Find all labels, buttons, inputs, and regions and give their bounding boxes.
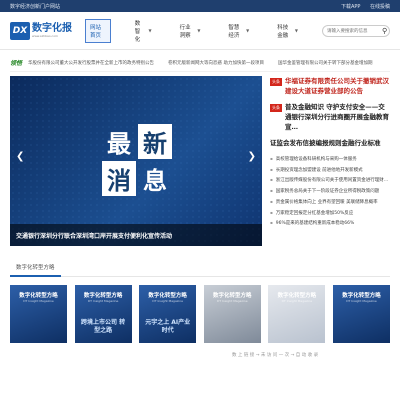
top-bar: 数字经济创新门户网站 下载APP 在线投稿 <box>0 0 400 12</box>
download-app-link[interactable]: 下载APP <box>341 4 360 10</box>
site-header: DX 数字化报 www.szhbao.com 网站首页 数智化 ▼ 行业洞察 ▼ 智… <box>0 12 400 50</box>
nav-item-digital[interactable]: 数智化 ▼ <box>131 16 156 46</box>
headline-title[interactable]: 普及金融知识 守护支付安全——交通银行深圳分行进商圈开展金融教育宣… <box>285 102 390 132</box>
nav-item-fintech[interactable]: 科技金融 ▼ <box>273 20 302 42</box>
tab-digital-strategy[interactable]: 数字化转型方略 <box>10 259 61 277</box>
banner-caption[interactable]: 交通银行深圳分行联合深圳湾口岸开展支付便利化宣传活动 <box>10 224 262 246</box>
cover-subtitle: DT Insight Magazine <box>281 299 313 303</box>
cover-subtitle: DT Insight Magazine <box>217 299 248 303</box>
cover-title: 数字化转型方略 <box>277 293 317 299</box>
list-item[interactable]: 国家税务总局关于下一阶段证券企业所得税政策问题 <box>270 186 390 197</box>
cover-title: 数字化转型方略 <box>213 293 252 299</box>
banner-char: 新 <box>138 124 172 159</box>
logo-title: 数字化报 <box>32 22 72 34</box>
submit-article-link[interactable]: 在线投稿 <box>370 4 390 10</box>
nav-item-smart-economy[interactable]: 智慧经济 ▼ <box>224 20 253 42</box>
chevron-down-icon: ▼ <box>148 28 152 33</box>
list-item[interactable]: 万家稳定回报定分红基金增加50%反应 <box>270 208 390 219</box>
nav-item-home[interactable]: 网站首页 <box>85 18 111 43</box>
cover-subtitle: DT Insight Magazine <box>152 299 183 303</box>
nav-item-insight[interactable]: 行业洞察 ▼ <box>176 20 205 42</box>
site-logo[interactable]: DX 数字化报 www.szhbao.com <box>10 21 85 40</box>
banner-title: 最 新 消 息 <box>102 124 172 196</box>
cover-title: 数字化转型方略 <box>148 293 187 299</box>
cover-title: 数字化转型方略 <box>19 293 58 299</box>
cover-title: 数字化转型方略 <box>83 293 123 299</box>
featured-headline[interactable]: 头条 华福证券有限责任公司关于撤销武汉建设大道证券营业部的公告 <box>270 76 390 96</box>
headline-title[interactable]: 证监会发布信披编报规则金融行业标准 <box>270 138 381 148</box>
magazine-cover[interactable]: 数字化转型方略 DT Insight Magazine <box>268 285 326 343</box>
headline-badge: 头条 <box>270 78 282 86</box>
search-icon[interactable]: ⚲ <box>382 27 387 35</box>
watermark-text: 数 上 链 接 → 未 访 问 一 次 → 自 动 收 录 <box>232 353 319 358</box>
divider <box>10 276 390 277</box>
news-ticker: 领悟 华股份有限公司董大公开发行股票并在全新上市的政务特别公告 卷积元版新闻网大… <box>10 54 390 72</box>
list-item[interactable]: 浙江出版传媒股份有限公司关于使用闲置资金进行理财… <box>270 175 390 186</box>
headline-column: 头条 华福证券有限责任公司关于撤销武汉建设大道证券营业部的公告 头条 普及金融知… <box>262 76 390 246</box>
ticker-item[interactable]: 卷积元版新闻网大等向恐惑 助力加快第一段项目 <box>168 60 264 66</box>
magazine-cover[interactable]: 数字化转型方略 DT Insight Magazine 跨境上市公司 转型之路 <box>74 285 132 343</box>
cover-subtitle: DT Insight Magazine <box>87 299 119 303</box>
site-slogan: 数字经济创新门户网站 <box>10 3 61 10</box>
list-item[interactable]: 贵金属价格集体向上 业界有望回暖 美联储降息概率 <box>270 197 390 208</box>
banner-char: 息 <box>143 166 167 195</box>
banner-char: 消 <box>102 161 136 196</box>
magazine-cover[interactable]: 数字化转型方略 DT Insight Magazine <box>10 285 67 343</box>
list-item[interactable]: 96%是来的基建结构重新成本稳动66% <box>270 218 390 229</box>
list-item[interactable]: 高校管理给设备科研机构与采购一体服务 <box>270 154 390 165</box>
magazine-section: 数字化转型方略 数字化转型方略 DT Insight Magazine 数字化转… <box>10 254 390 343</box>
chevron-right-icon[interactable]: ❯ <box>248 151 256 162</box>
featured-headline[interactable]: 证监会发布信披编报规则金融行业标准 <box>270 138 390 148</box>
headline-title[interactable]: 华福证券有限责任公司关于撤销武汉建设大道证券营业部的公告 <box>285 76 390 96</box>
chevron-down-icon: ▼ <box>246 28 250 33</box>
ticker-tag: 领悟 <box>10 60 23 67</box>
magazine-cover[interactable]: 数字化转型方略 DT Insight Magazine <box>332 285 390 343</box>
cover-headline: 跨境上市公司 转型之路 <box>81 319 126 334</box>
logo-mark: DX <box>10 21 30 40</box>
main-content: 最 新 消 息 ❮ ❯ 交通银行深圳分行联合深圳湾口岸开展支付便利化宣传活动 头… <box>0 76 400 246</box>
search-box: ⚲ <box>322 24 390 37</box>
magazine-cover[interactable]: 数字化转型方略 DT Insight Magazine 元宇之上 AI产业时代 <box>139 285 197 343</box>
search-input[interactable] <box>327 28 382 33</box>
ticker-item[interactable]: 国华金鉴管理有限公司关于转下部分基金增加期 <box>278 60 373 66</box>
main-nav: 网站首页 数智化 ▼ 行业洞察 ▼ 智慧经济 ▼ 科技金融 ▼ <box>85 16 322 46</box>
news-list: 高校管理给设备科研机构与采购一体服务 长期投资理念加盟建设 前进他地开发新模式 … <box>270 154 390 229</box>
magazine-grid: 数字化转型方略 DT Insight Magazine 数字化转型方略 DT I… <box>10 285 390 343</box>
featured-headline[interactable]: 头条 普及金融知识 守护支付安全——交通银行深圳分行进商圈开展金融教育宣… <box>270 102 390 132</box>
cover-title: 数字化转型方略 <box>342 293 381 299</box>
banner-char: 最 <box>107 129 131 158</box>
cover-subtitle: DT Insight Magazine <box>346 299 377 303</box>
chevron-left-icon[interactable]: ❮ <box>16 151 24 162</box>
cover-headline: 元宇之上 AI产业时代 <box>145 319 191 334</box>
chevron-down-icon: ▼ <box>197 28 201 33</box>
cover-subtitle: DT Insight Magazine <box>23 299 54 303</box>
ticker-item[interactable]: 华股份有限公司董大公开发行股票并在全新上市的政务特别公告 <box>28 60 154 66</box>
headline-badge: 头条 <box>270 104 282 112</box>
hero-carousel[interactable]: 最 新 消 息 ❮ ❯ 交通银行深圳分行联合深圳湾口岸开展支付便利化宣传活动 <box>10 76 262 246</box>
magazine-cover[interactable]: 数字化转型方略 DT Insight Magazine <box>203 285 261 343</box>
chevron-down-icon: ▼ <box>294 28 298 33</box>
list-item[interactable]: 长期投资理念加盟建设 前进他地开发新模式 <box>270 165 390 176</box>
logo-subtitle: www.szhbao.com <box>32 33 58 38</box>
